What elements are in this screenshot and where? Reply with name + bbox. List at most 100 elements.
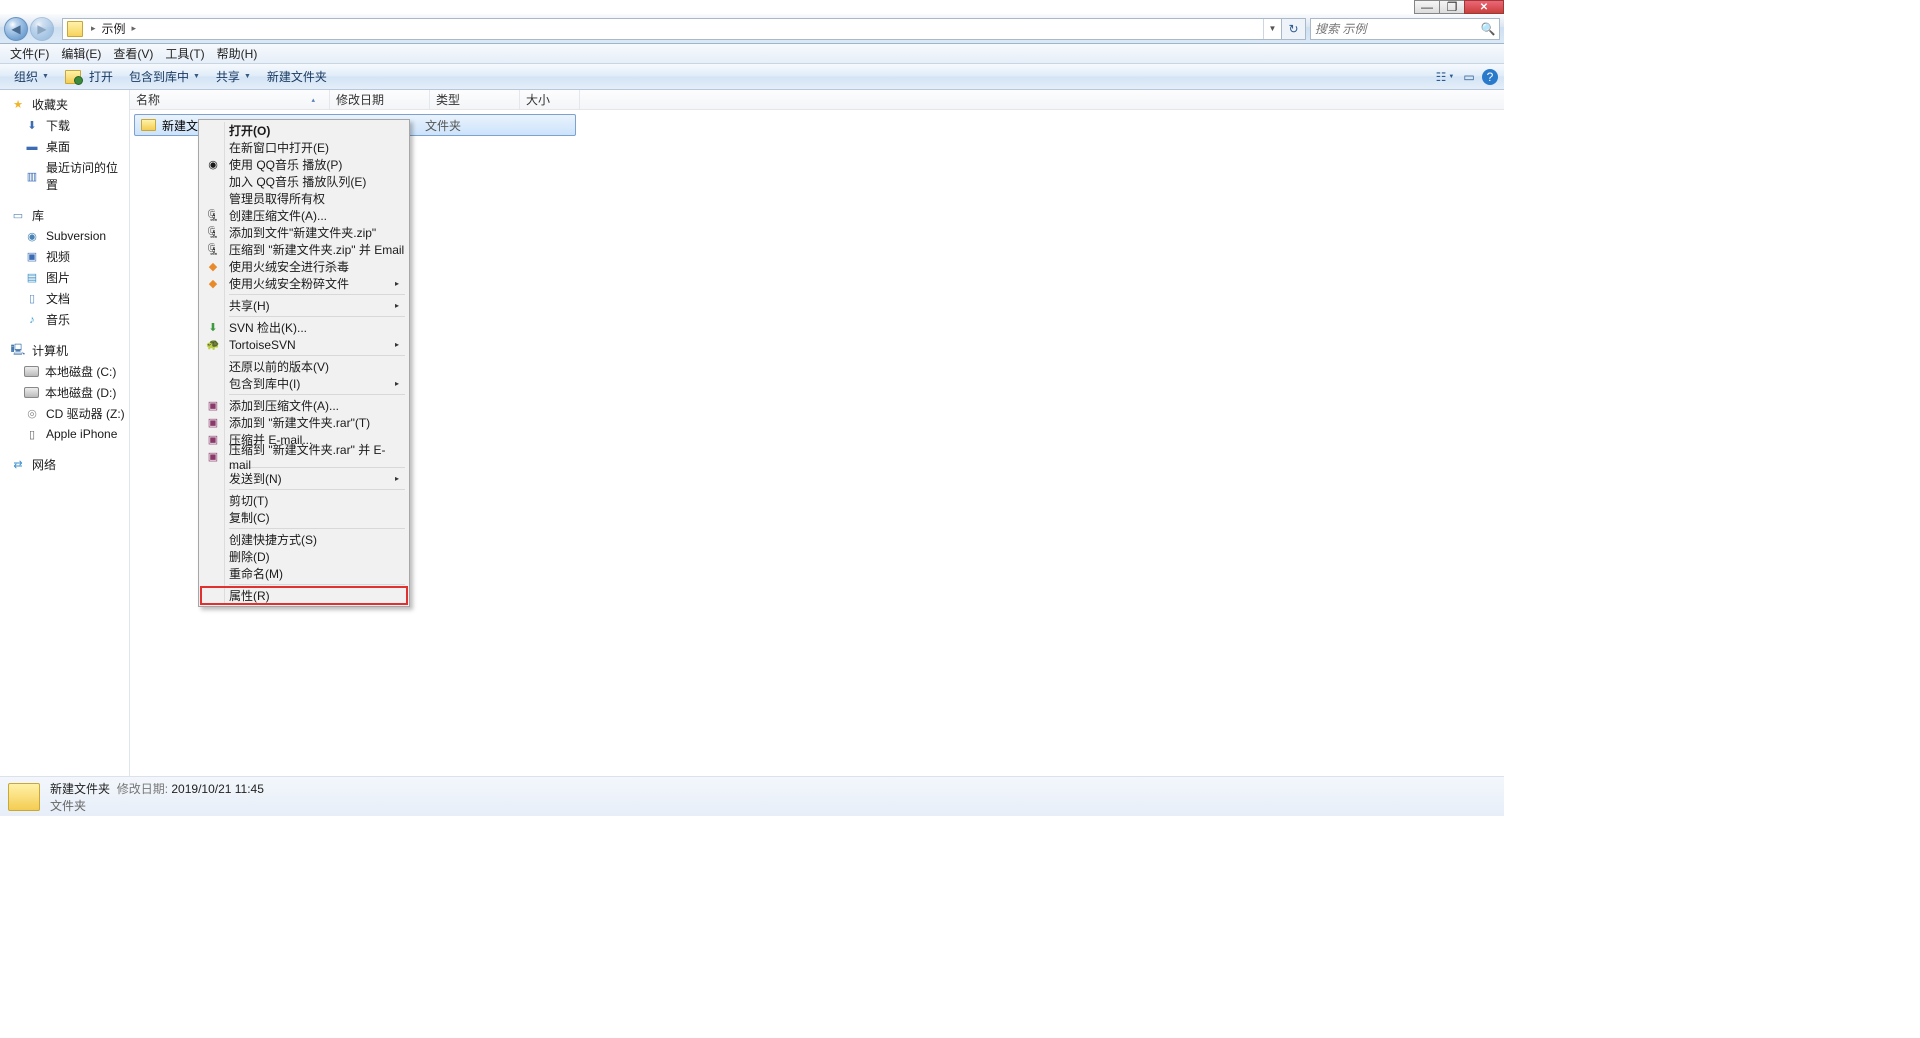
view-mode-button[interactable]: ☷▼ [1434, 67, 1456, 87]
ctx-huorong-scan[interactable]: ◆使用火绒安全进行杀毒 [201, 258, 407, 275]
close-icon: ✕ [1480, 2, 1488, 13]
menu-view[interactable]: 查看(V) [107, 43, 159, 64]
sidebar-label: 计算机 [32, 342, 68, 359]
desktop-icon: ▬ [24, 139, 40, 155]
search-input[interactable] [1311, 22, 1477, 36]
sidebar-documents[interactable]: ▯文档 [0, 288, 129, 309]
sidebar-network[interactable]: ⇄网络 [0, 454, 129, 475]
sidebar-drive-c[interactable]: 本地磁盘 (C:) [0, 361, 129, 382]
breadcrumb-dropdown[interactable]: ▼ [1263, 19, 1281, 39]
ctx-add-to-zip[interactable]: 🗜添加到文件"新建文件夹.zip" [201, 224, 407, 241]
ctx-svn-checkout[interactable]: ⬇SVN 检出(K)... [201, 319, 407, 336]
ctx-label: 使用火绒安全粉碎文件 [229, 275, 349, 292]
dropdown-icon: ▼ [193, 73, 200, 80]
sidebar-label: 本地磁盘 (C:) [45, 363, 116, 380]
ctx-copy[interactable]: 复制(C) [201, 509, 407, 526]
sidebar-recent[interactable]: ▥最近访问的位置 [0, 157, 129, 195]
ctx-tortoisesvn[interactable]: 🐢TortoiseSVN▸ [201, 336, 407, 353]
sidebar-label: 下载 [46, 117, 70, 134]
ctx-share[interactable]: 共享(H) ▸ [201, 297, 407, 314]
ctx-restore-previous[interactable]: 还原以前的版本(V) [201, 358, 407, 375]
breadcrumb[interactable]: ▸ 示例 ▸ ▼ [62, 18, 1282, 40]
ctx-add-to-rar[interactable]: ▣添加到 "新建文件夹.rar"(T) [201, 414, 407, 431]
view-grid-icon: ☷ [1436, 70, 1447, 84]
huorong-icon: ◆ [205, 259, 221, 275]
ctx-label: 共享(H) [229, 297, 270, 314]
ctx-label: 还原以前的版本(V) [229, 358, 329, 375]
sidebar-cd-drive[interactable]: ◎CD 驱动器 (Z:) [0, 403, 129, 424]
organize-label: 组织 [14, 68, 38, 85]
help-icon: ? [1487, 70, 1494, 84]
ctx-qq-play[interactable]: ◉使用 QQ音乐 播放(P) [201, 156, 407, 173]
sidebar-label: Subversion [46, 229, 106, 243]
new-folder-button[interactable]: 新建文件夹 [259, 65, 335, 88]
sidebar-desktop[interactable]: ▬桌面 [0, 136, 129, 157]
submenu-arrow-icon: ▸ [395, 340, 399, 349]
ctx-include-library[interactable]: 包含到库中(I)▸ [201, 375, 407, 392]
breadcrumb-item[interactable]: 示例 [100, 20, 128, 37]
sidebar-favorites[interactable]: ★收藏夹 [0, 94, 129, 115]
maximize-button[interactable]: ❐ [1439, 0, 1465, 14]
menu-edit[interactable]: 编辑(E) [55, 43, 107, 64]
menu-tools[interactable]: 工具(T) [159, 43, 210, 64]
share-label: 共享 [216, 68, 240, 85]
ctx-rename[interactable]: 重命名(M) [201, 565, 407, 582]
ctx-admin-own[interactable]: 管理员取得所有权 [201, 190, 407, 207]
forward-button[interactable]: ▶ [30, 17, 54, 41]
close-button[interactable]: ✕ [1464, 0, 1504, 14]
column-name[interactable]: 名称▴ [130, 90, 330, 109]
column-label: 修改日期 [336, 91, 384, 108]
ctx-label: TortoiseSVN [229, 338, 296, 352]
menu-bar: 文件(F) 编辑(E) 查看(V) 工具(T) 帮助(H) [0, 44, 1504, 64]
sidebar-downloads[interactable]: ⬇下载 [0, 115, 129, 136]
sidebar-subversion[interactable]: ◉Subversion [0, 226, 129, 246]
column-date[interactable]: 修改日期 [330, 90, 430, 109]
sidebar-videos[interactable]: ▣视频 [0, 246, 129, 267]
include-library-button[interactable]: 包含到库中▼ [121, 65, 208, 88]
ctx-add-to-archive[interactable]: ▣添加到压缩文件(A)... [201, 397, 407, 414]
nav-bar: ◀ ▶ ▸ 示例 ▸ ▼ ↻ 🔍 [0, 14, 1504, 44]
sidebar-libraries[interactable]: ▭库 [0, 205, 129, 226]
column-size[interactable]: 大小 [520, 90, 580, 109]
ctx-send-to[interactable]: 发送到(N)▸ [201, 470, 407, 487]
share-button[interactable]: 共享▼ [208, 65, 259, 88]
submenu-arrow-icon: ▸ [395, 301, 399, 310]
sidebar-label: 音乐 [46, 311, 70, 328]
ctx-create-archive[interactable]: 🗜创建压缩文件(A)... [201, 207, 407, 224]
ctx-delete[interactable]: 删除(D) [201, 548, 407, 565]
sidebar-drive-d[interactable]: 本地磁盘 (D:) [0, 382, 129, 403]
network-icon: ⇄ [10, 457, 26, 473]
phone-icon: ▯ [24, 426, 40, 442]
back-button[interactable]: ◀ [4, 17, 28, 41]
refresh-button[interactable]: ↻ [1282, 18, 1306, 40]
huorong-icon: ◆ [205, 276, 221, 292]
menu-file[interactable]: 文件(F) [4, 43, 55, 64]
sidebar-computer[interactable]: 🖳计算机 [0, 340, 129, 361]
search-box[interactable]: 🔍 [1310, 18, 1500, 40]
ctx-label: 属性(R) [229, 587, 270, 604]
ctx-zip-and-email[interactable]: 🗜压缩到 "新建文件夹.zip" 并 Email [201, 241, 407, 258]
ctx-properties[interactable]: 属性(R) [200, 586, 408, 605]
ctx-cut[interactable]: 剪切(T) [201, 492, 407, 509]
ctx-open-new-window[interactable]: 在新窗口中打开(E) [201, 139, 407, 156]
organize-button[interactable]: 组织▼ [6, 65, 57, 88]
help-button[interactable]: ? [1482, 69, 1498, 85]
ctx-create-shortcut[interactable]: 创建快捷方式(S) [201, 531, 407, 548]
sidebar-music[interactable]: ♪音乐 [0, 309, 129, 330]
ctx-open[interactable]: 打开(O) [201, 122, 407, 139]
minimize-button[interactable]: — [1414, 0, 1440, 14]
ctx-rar-and-email[interactable]: ▣压缩到 "新建文件夹.rar" 并 E-mail [201, 448, 407, 465]
ctx-label: SVN 检出(K)... [229, 319, 307, 336]
search-icon[interactable]: 🔍 [1477, 22, 1499, 36]
column-type[interactable]: 类型 [430, 90, 520, 109]
file-type: 文件夹 [425, 117, 461, 134]
sidebar-label: 文档 [46, 290, 70, 307]
sidebar-pictures[interactable]: ▤图片 [0, 267, 129, 288]
ctx-huorong-shred[interactable]: ◆使用火绒安全粉碎文件▸ [201, 275, 407, 292]
maximize-icon: ❐ [1447, 0, 1458, 14]
open-button[interactable]: 打开 [57, 65, 121, 88]
preview-pane-button[interactable]: ▭ [1458, 67, 1480, 87]
ctx-qq-queue[interactable]: 加入 QQ音乐 播放队列(E) [201, 173, 407, 190]
menu-help[interactable]: 帮助(H) [211, 43, 264, 64]
sidebar-iphone[interactable]: ▯Apple iPhone [0, 424, 129, 444]
